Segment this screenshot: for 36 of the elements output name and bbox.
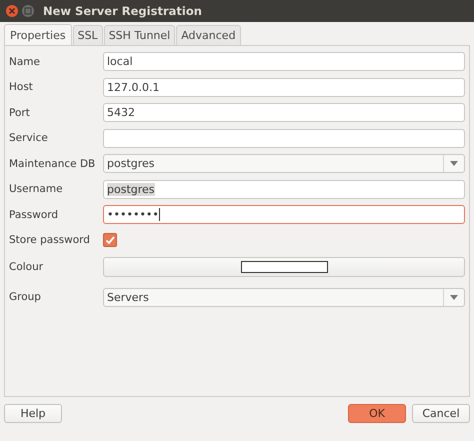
ok-button[interactable]: OK (348, 404, 406, 423)
window-title: New Server Registration (43, 4, 202, 18)
input-field[interactable]: local (103, 52, 465, 72)
tab[interactable]: SSL (72, 25, 103, 45)
input-field[interactable]: 127.0.0.1 (103, 78, 465, 97)
field-label: Name (9, 56, 41, 68)
field-label: Store password (9, 234, 91, 246)
field-label: Host (9, 81, 34, 94)
tab[interactable]: Advanced (176, 25, 241, 45)
field-label: Colour (9, 261, 44, 273)
field-label: Group (9, 291, 42, 303)
field-label: Port (9, 106, 31, 119)
field-value: 127.0.0.1 (107, 80, 160, 94)
dropdown[interactable]: postgres (103, 154, 465, 174)
field-value: postgres (107, 182, 155, 196)
field-value: Servers (107, 290, 149, 304)
help-button[interactable]: Help (4, 404, 62, 423)
field-label: Maintenance DB (9, 158, 96, 170)
field-label: Password (9, 208, 60, 221)
input-field[interactable] (103, 128, 465, 148)
input-field[interactable]: •••••••• (103, 205, 465, 224)
input-field[interactable]: postgres (103, 180, 465, 199)
field-value: •••••••• (107, 208, 159, 222)
field-label: Username (9, 183, 64, 196)
field-label: Service (9, 132, 49, 144)
cancel-button[interactable]: Cancel (412, 404, 470, 423)
checkbox[interactable] (103, 233, 117, 248)
tab[interactable]: Properties (4, 24, 72, 45)
field-value: 5432 (107, 106, 135, 120)
field-value: local (107, 55, 133, 68)
field-value: postgres (107, 157, 155, 170)
input-field[interactable]: 5432 (103, 103, 465, 122)
dropdown[interactable]: Servers (103, 288, 465, 306)
colour-picker-button[interactable] (103, 257, 465, 277)
window-controls-icon[interactable] (5, 4, 35, 18)
tab[interactable]: SSH Tunnel (104, 25, 176, 45)
